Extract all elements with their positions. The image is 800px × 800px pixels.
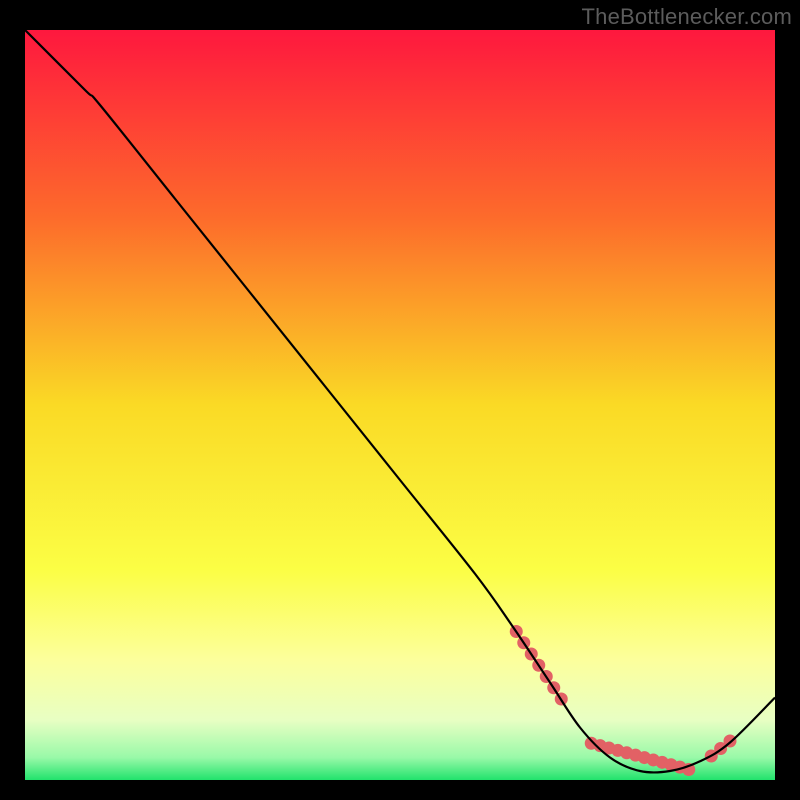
chart-svg [25, 30, 775, 780]
plot-area [25, 30, 775, 780]
chart-container: TheBottlenecker.com [0, 0, 800, 800]
gradient-background [25, 30, 775, 780]
watermark-text: TheBottlenecker.com [582, 4, 792, 30]
